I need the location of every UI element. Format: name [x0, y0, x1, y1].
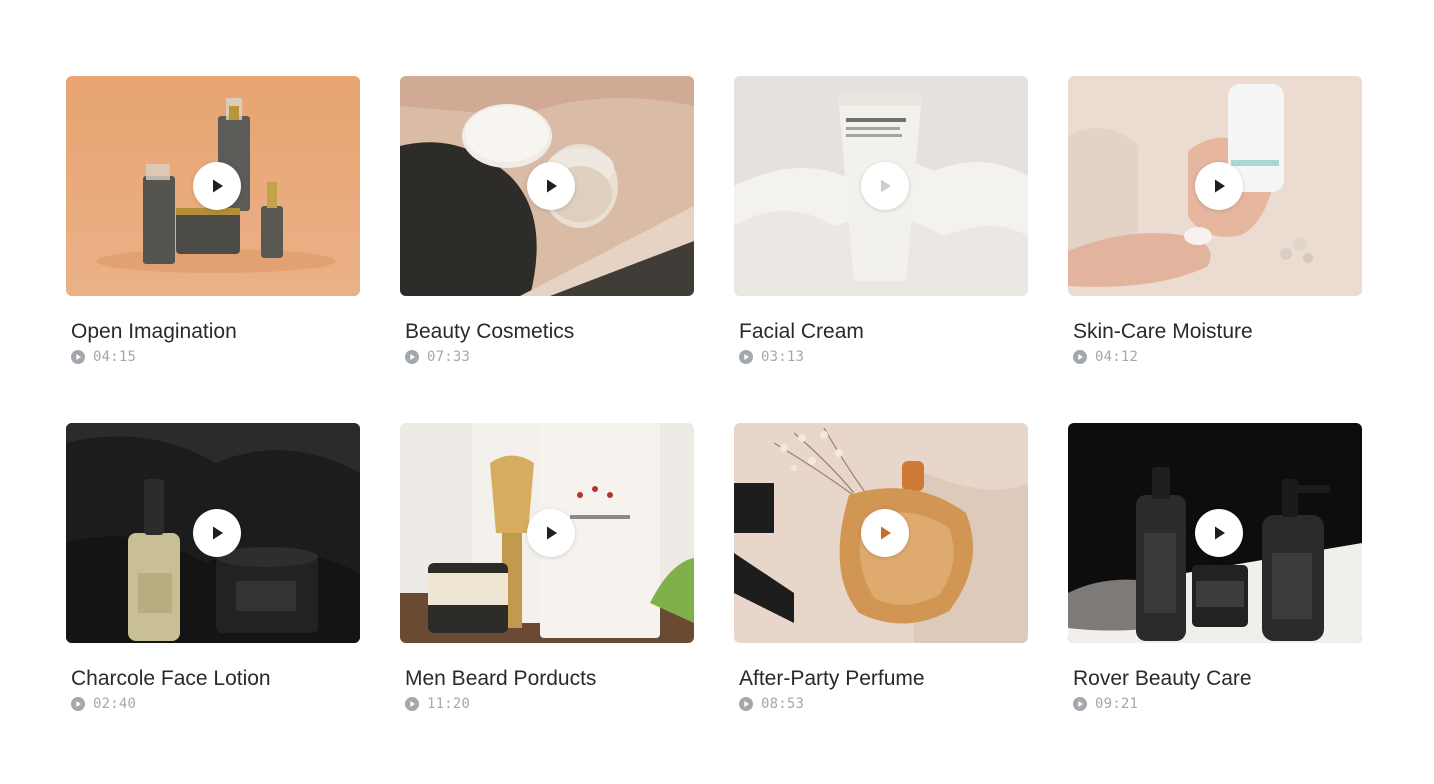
play-circle-icon: [71, 350, 85, 364]
play-circle-icon: [71, 697, 85, 711]
video-duration: 08:53: [761, 696, 805, 712]
play-button[interactable]: [527, 509, 575, 557]
video-duration: 11:20: [427, 696, 471, 712]
video-meta: 08:53: [739, 696, 1028, 712]
video-card[interactable]: Men Beard Porducts 11:20: [400, 423, 694, 712]
play-button[interactable]: [1195, 509, 1243, 557]
video-duration: 02:40: [93, 696, 137, 712]
video-card[interactable]: Rover Beauty Care 09:21: [1068, 423, 1362, 712]
video-title[interactable]: Men Beard Porducts: [405, 667, 694, 691]
video-thumbnail[interactable]: [400, 76, 694, 296]
play-icon: [881, 179, 891, 193]
video-card[interactable]: After-Party Perfume 08:53: [734, 423, 1028, 712]
video-thumbnail[interactable]: [1068, 423, 1362, 643]
video-duration: 03:13: [761, 349, 805, 365]
video-duration: 09:21: [1095, 696, 1139, 712]
video-meta: 02:40: [71, 696, 360, 712]
video-meta: 09:21: [1073, 696, 1362, 712]
video-thumbnail[interactable]: [66, 423, 360, 643]
video-title[interactable]: Beauty Cosmetics: [405, 320, 694, 344]
play-circle-icon: [739, 697, 753, 711]
video-title[interactable]: Skin-Care Moisture: [1073, 320, 1362, 344]
video-meta: 04:12: [1073, 349, 1362, 365]
play-circle-icon: [739, 350, 753, 364]
video-card[interactable]: Skin-Care Moisture 04:12: [1068, 76, 1362, 365]
video-thumbnail[interactable]: [734, 76, 1028, 296]
video-thumbnail[interactable]: [1068, 76, 1362, 296]
video-thumbnail[interactable]: [734, 423, 1028, 643]
video-title[interactable]: Rover Beauty Care: [1073, 667, 1362, 691]
play-button[interactable]: [193, 509, 241, 557]
play-icon: [1215, 526, 1225, 540]
play-circle-icon: [405, 350, 419, 364]
play-button[interactable]: [861, 509, 909, 557]
play-button[interactable]: [527, 162, 575, 210]
video-card[interactable]: Open Imagination 04:15: [66, 76, 360, 365]
play-icon: [213, 179, 223, 193]
video-title[interactable]: Facial Cream: [739, 320, 1028, 344]
play-circle-icon: [405, 697, 419, 711]
video-meta: 07:33: [405, 349, 694, 365]
play-icon: [547, 179, 557, 193]
play-button[interactable]: [861, 162, 909, 210]
video-card[interactable]: Facial Cream 03:13: [734, 76, 1028, 365]
play-button[interactable]: [1195, 162, 1243, 210]
play-circle-icon: [1073, 350, 1087, 364]
video-title[interactable]: Open Imagination: [71, 320, 360, 344]
video-card[interactable]: Beauty Cosmetics 07:33: [400, 76, 694, 365]
video-thumbnail[interactable]: [400, 423, 694, 643]
video-meta: 11:20: [405, 696, 694, 712]
video-meta: 04:15: [71, 349, 360, 365]
play-icon: [547, 526, 557, 540]
video-meta: 03:13: [739, 349, 1028, 365]
video-duration: 04:15: [93, 349, 137, 365]
video-thumbnail[interactable]: [66, 76, 360, 296]
video-duration: 07:33: [427, 349, 471, 365]
video-grid: Open Imagination 04:15 Beauty Cosmetics …: [66, 76, 1362, 712]
play-icon: [213, 526, 223, 540]
video-title[interactable]: Charcole Face Lotion: [71, 667, 360, 691]
video-title[interactable]: After-Party Perfume: [739, 667, 1028, 691]
video-duration: 04:12: [1095, 349, 1139, 365]
video-card[interactable]: Charcole Face Lotion 02:40: [66, 423, 360, 712]
play-icon: [881, 526, 891, 540]
play-circle-icon: [1073, 697, 1087, 711]
play-button[interactable]: [193, 162, 241, 210]
play-icon: [1215, 179, 1225, 193]
